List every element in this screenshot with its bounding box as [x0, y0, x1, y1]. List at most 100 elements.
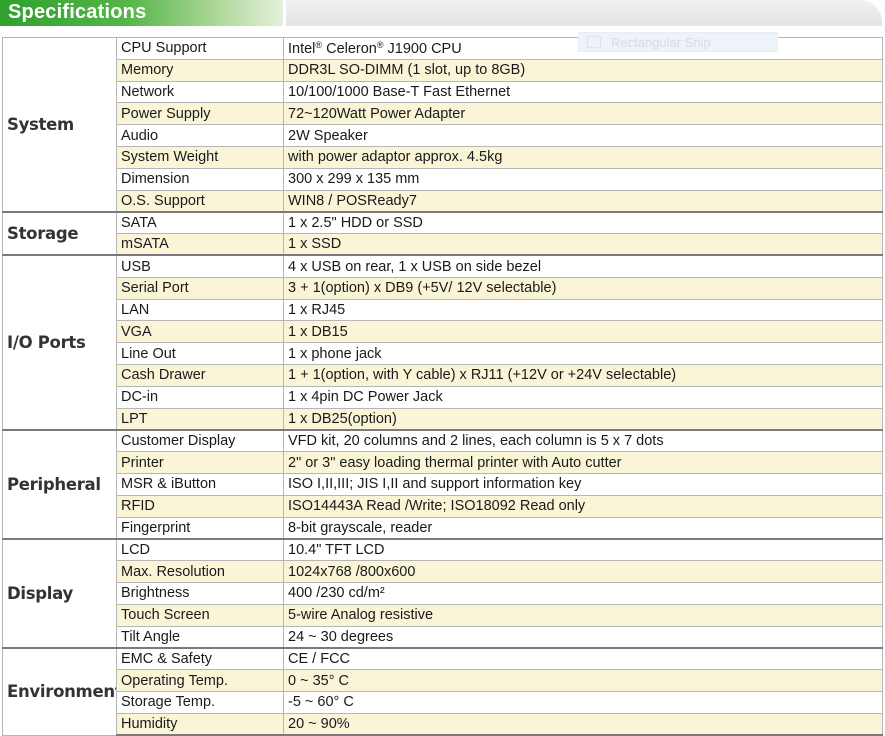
- spec-value: WIN8 / POSReady7: [283, 189, 883, 213]
- spec-label: DC-in: [116, 385, 284, 409]
- spec-label: Serial Port: [116, 276, 284, 300]
- spec-value: 3 + 1(option) x DB9 (+5V/ 12V selectable…: [283, 276, 883, 300]
- spec-value: 24 ~ 30 degrees: [283, 625, 883, 649]
- section-label: Environment: [2, 646, 117, 736]
- spec-row: Touch Screen 5-wire Analog resistive: [3, 603, 883, 627]
- section-label: System: [2, 36, 117, 213]
- spec-value: 300 x 299 x 135 mm: [283, 167, 883, 191]
- spec-row: Printer 2" or 3" easy loading thermal pri…: [3, 451, 883, 474]
- spec-label: Audio: [116, 124, 284, 147]
- spec-label: RFID: [116, 494, 284, 518]
- spec-label: CPU Support: [116, 37, 284, 60]
- spec-row: Humidity 20 ~ 90%: [3, 712, 883, 736]
- rectangular-snip-overlay[interactable]: Rectangular Snip: [578, 32, 778, 52]
- spec-label: Fingerprint: [116, 516, 284, 540]
- spec-row: Storage SATA 1 x 2.5" HDD or SSD: [2, 210, 883, 256]
- spec-value: 1 x 2.5" HDD or SSD: [283, 210, 883, 235]
- spec-row: Audio 2W Speaker: [3, 124, 883, 147]
- spec-value: CE / FCC: [283, 646, 883, 671]
- spec-label: Storage Temp.: [116, 690, 284, 714]
- spec-row: Line Out 1 x phone jack: [3, 342, 883, 365]
- spec-row: RFID ISO14443A Read /Write; ISO18092 Read…: [3, 494, 883, 518]
- spec-row: Environment EMC & Safety CE / FCC: [2, 646, 883, 736]
- spec-value: 1 x DB15: [283, 320, 883, 344]
- spec-row: O.S. Support WIN8 / POSReady7: [3, 189, 883, 213]
- spec-label: Cash Drawer: [116, 363, 284, 387]
- spec-row: Fingerprint 8-bit grayscale, reader: [3, 516, 883, 540]
- spec-value: 20 ~ 90%: [283, 712, 883, 736]
- spec-label: MSR & iButton: [116, 472, 284, 496]
- spec-value: 8-bit grayscale, reader: [283, 516, 883, 540]
- spec-label: Tilt Angle: [116, 625, 284, 649]
- section-label: Storage: [2, 210, 117, 256]
- spec-value: 1 x 4pin DC Power Jack: [283, 385, 883, 409]
- spec-row: Storage Temp. -5 ~ 60° C: [3, 690, 883, 714]
- spec-value: 1 + 1(option, with Y cable) x RJ11 (+12V…: [283, 363, 883, 387]
- spec-value: 1 x phone jack: [283, 342, 883, 365]
- spec-value: 10.4" TFT LCD: [283, 537, 883, 562]
- spec-row: I/O Ports USB 4 x USB on rear, 1 x USB on …: [2, 254, 883, 431]
- spec-value: 1 x RJ45: [283, 298, 883, 322]
- spec-value: 4 x USB on rear, 1 x USB on side bezel: [283, 254, 883, 278]
- spec-row: Max. Resolution 1024x768 /800x600: [3, 560, 883, 583]
- header-grey-bar: [286, 0, 882, 26]
- value-part: Intel: [288, 40, 316, 57]
- spec-value: DDR3L SO-DIMM (1 slot, up to 8GB): [283, 58, 883, 82]
- spec-row: VGA 1 x DB15: [3, 320, 883, 344]
- page-title: Specifications: [8, 1, 147, 23]
- spec-value: 5-wire Analog resistive: [283, 603, 883, 627]
- spec-label: Power Supply: [116, 102, 284, 126]
- spec-value: 2W Speaker: [283, 124, 883, 147]
- spec-row: Serial Port 3 + 1(option) x DB9 (+5V/ 12V…: [3, 276, 883, 300]
- spec-value: VFD kit, 20 columns and 2 lines, each co…: [283, 428, 883, 453]
- spec-row: System Weight with power adaptor approx. …: [3, 145, 883, 169]
- spec-value: 0 ~ 35° C: [283, 669, 883, 692]
- spec-row: mSATA 1 x SSD: [3, 233, 883, 256]
- registered-mark: ®: [376, 39, 384, 50]
- spec-label: mSATA: [116, 233, 284, 256]
- spec-label: Customer Display: [116, 428, 284, 453]
- spec-row: Cash Drawer 1 + 1(option, with Y cable) x…: [3, 363, 883, 387]
- spec-value: 10/100/1000 Base-T Fast Ethernet: [283, 80, 883, 104]
- spec-value: 1 x DB25(option): [283, 407, 883, 431]
- spec-row: Network 10/100/1000 Base-T Fast Ethernet: [3, 80, 883, 104]
- specifications-header: Specifications: [0, 0, 885, 28]
- section-label: I/O Ports: [2, 254, 117, 431]
- spec-value: 72~120Watt Power Adapter: [283, 102, 883, 126]
- spec-label: Network: [116, 80, 284, 104]
- spec-value: ISO14443A Read /Write; ISO18092 Read onl…: [283, 494, 883, 518]
- spec-label: Line Out: [116, 342, 284, 365]
- spec-row: LPT 1 x DB25(option): [3, 407, 883, 431]
- section-label: Display: [2, 537, 117, 649]
- snip-label: Rectangular Snip: [611, 35, 711, 50]
- header-green-bar: Specifications: [0, 0, 283, 26]
- spec-label: LAN: [116, 298, 284, 322]
- spec-row: Dimension 300 x 299 x 135 mm: [3, 167, 883, 191]
- spec-value: -5 ~ 60° C: [283, 690, 883, 714]
- spec-label: Printer: [116, 451, 284, 474]
- spec-row: Tilt Angle 24 ~ 30 degrees: [3, 625, 883, 649]
- spec-label: USB: [116, 254, 284, 278]
- spec-value: 400 /230 cd/m²: [283, 581, 883, 605]
- spec-label: Memory: [116, 58, 284, 82]
- spec-row: LAN 1 x RJ45: [3, 298, 883, 322]
- section-label: Peripheral: [2, 428, 117, 540]
- spec-label: System Weight: [116, 145, 284, 169]
- spec-value: 1024x768 /800x600: [283, 560, 883, 583]
- spec-row: Brightness 400 /230 cd/m²: [3, 581, 883, 605]
- spec-label: SATA: [116, 210, 284, 235]
- spec-row: Display LCD 10.4" TFT LCD: [2, 537, 883, 649]
- spec-value: with power adaptor approx. 4.5kg: [283, 145, 883, 169]
- spec-row: MSR & iButton ISO I,II,III; JIS I,II and …: [3, 472, 883, 496]
- spec-label: O.S. Support: [116, 189, 284, 213]
- spec-label: EMC & Safety: [116, 646, 284, 671]
- spec-row: Operating Temp. 0 ~ 35° C: [3, 669, 883, 692]
- spec-label: Humidity: [116, 712, 284, 736]
- spec-label: Dimension: [116, 167, 284, 191]
- spec-label: VGA: [116, 320, 284, 344]
- value-part: Celeron: [322, 40, 377, 57]
- value-part: J1900 CPU: [383, 40, 462, 57]
- spec-label: LCD: [116, 537, 284, 562]
- snip-icon: [587, 36, 601, 48]
- spec-row: Peripheral Customer Display VFD kit, 20 co…: [2, 428, 883, 540]
